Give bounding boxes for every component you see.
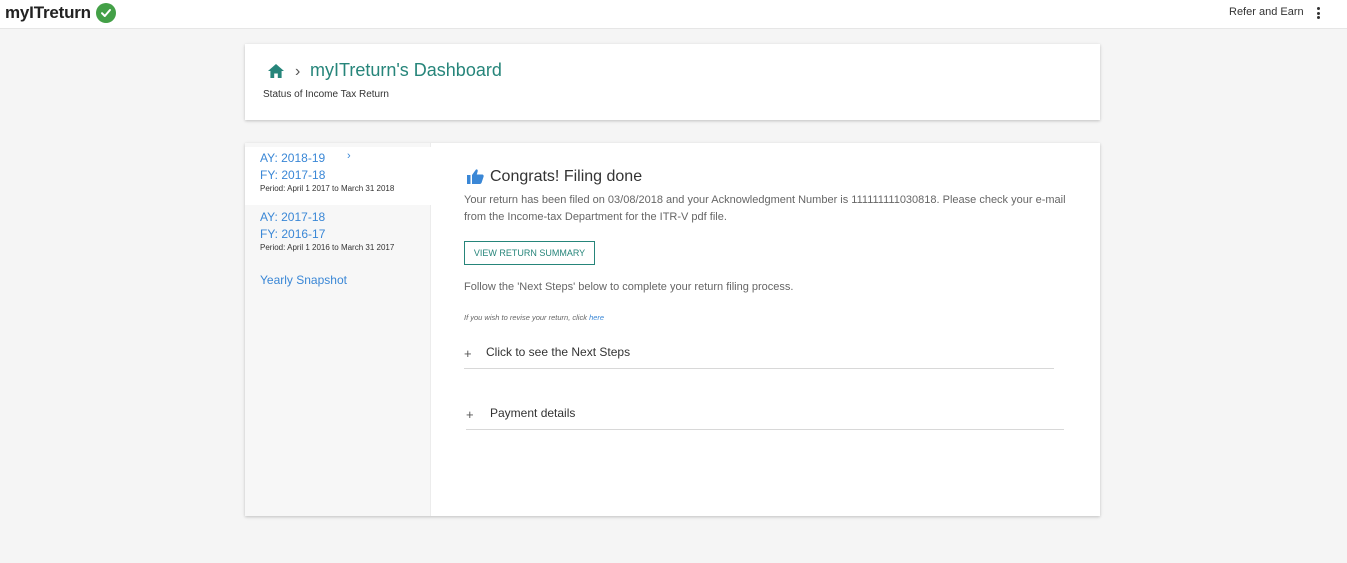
revise-return-text: If you wish to revise your return, click… — [464, 313, 604, 322]
logo[interactable]: myITreturn — [5, 3, 116, 23]
refer-and-earn-link[interactable]: Refer and Earn — [1229, 6, 1304, 18]
filing-message: Your return has been filed on 03/08/2018… — [464, 194, 1066, 223]
top-bar: myITreturn Refer and Earn — [0, 0, 1347, 29]
filing-status-card: AY: 2018-19 › FY: 2017-18 Period: April … — [245, 143, 1100, 516]
page-title: myITreturn's Dashboard — [310, 60, 502, 80]
year-sidebar: AY: 2018-19 › FY: 2017-18 Period: April … — [245, 143, 431, 516]
revise-here-link[interactable]: here — [589, 313, 604, 322]
sidebar-item-yearly-snapshot[interactable]: Yearly Snapshot — [260, 273, 347, 287]
next-steps-accordion[interactable]: + Click to see the Next Steps — [464, 343, 1054, 369]
follow-next-steps-text: Follow the 'Next Steps' below to complet… — [464, 281, 794, 293]
sidebar-item-period: Period: April 1 2017 to March 31 2018 — [260, 184, 395, 193]
accordion-label: Click to see the Next Steps — [486, 345, 631, 359]
filing-content: Congrats! Filing done Your return has be… — [432, 143, 1100, 516]
view-return-summary-button[interactable]: VIEW RETURN SUMMARY — [464, 241, 595, 265]
sidebar-item-ay-2017-18[interactable]: AY: 2017-18 FY: 2016-17 Period: April 1 … — [245, 206, 431, 264]
thumbs-up-icon — [467, 169, 484, 189]
page-subtitle: Status of Income Tax Return — [263, 89, 389, 100]
sidebar-item-period: Period: April 1 2016 to March 31 2017 — [260, 243, 395, 252]
sidebar-item-ay-2018-19[interactable]: AY: 2018-19 › FY: 2017-18 Period: April … — [245, 147, 431, 205]
home-icon[interactable] — [268, 64, 284, 83]
dashboard-header-card: › myITreturn's Dashboard Status of Incom… — [245, 44, 1100, 120]
plus-icon: + — [466, 407, 474, 422]
check-icon — [95, 3, 116, 23]
payment-details-accordion[interactable]: + Payment details — [466, 404, 1064, 430]
kebab-menu-icon[interactable] — [1313, 5, 1323, 21]
revise-text: If you wish to revise your return, click — [464, 313, 587, 322]
chevron-right-icon: › — [295, 63, 301, 80]
chevron-right-icon: › — [347, 150, 351, 162]
logo-text: myITreturn — [5, 3, 91, 22]
accordion-label: Payment details — [490, 406, 576, 420]
sidebar-item-fy: FY: 2017-18 — [260, 168, 326, 182]
sidebar-item-ay: AY: 2017-18 — [260, 210, 326, 224]
sidebar-item-ay: AY: 2018-19 — [260, 151, 326, 165]
sidebar-item-fy: FY: 2016-17 — [260, 227, 326, 241]
filing-status-heading: Congrats! Filing done — [490, 168, 643, 185]
plus-icon: + — [464, 346, 472, 361]
